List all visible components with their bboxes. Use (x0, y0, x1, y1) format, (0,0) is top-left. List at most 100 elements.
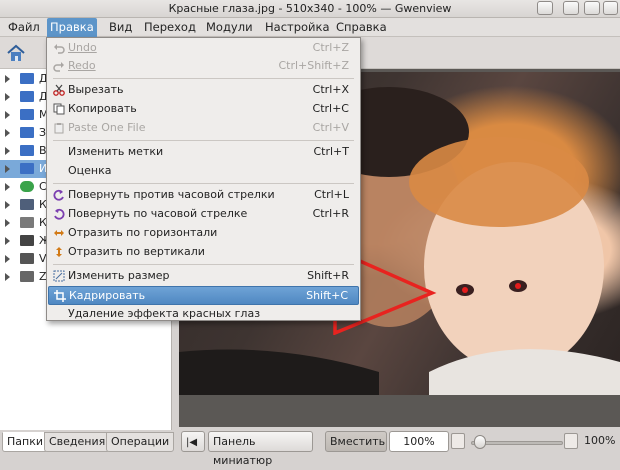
tab-info[interactable]: Сведения (44, 432, 111, 452)
menu-separator (53, 183, 354, 184)
menu-item-shortcut: Shift+C (306, 289, 348, 302)
menu-item-edit-tags[interactable]: Изменить метки Ctrl+T (48, 143, 359, 162)
home-icon[interactable] (6, 43, 26, 63)
paste-icon (54, 123, 64, 134)
expand-arrow-icon[interactable] (5, 201, 10, 209)
expand-arrow-icon[interactable] (5, 75, 10, 83)
network-icon (20, 181, 34, 192)
menu-item-shortcut: Ctrl+C (312, 102, 349, 115)
menu-item-red-eye[interactable]: Удаление эффекта красных глаз (48, 305, 359, 324)
folder-icon (20, 127, 34, 138)
menu-item-redo[interactable]: Redo Ctrl+Shift+Z (48, 57, 359, 76)
zoom-out-icon[interactable] (451, 433, 465, 449)
menu-bar: Файл Правка Вид Переход Модули Настройка… (0, 18, 620, 37)
flip-vertical-icon (56, 247, 62, 257)
menu-separator (53, 140, 354, 141)
menu-settings[interactable]: Настройка (262, 18, 333, 37)
sidebar-tabs: Папки Сведения Операции (0, 430, 175, 456)
status-bar: |◀ Панель миниатюр Вместить 100% 100% (179, 427, 620, 467)
menu-item-undo[interactable]: Undo Ctrl+Z (48, 39, 359, 58)
menu-item-rating[interactable]: Оценка (48, 162, 359, 181)
menu-file[interactable]: Файл (5, 18, 43, 37)
drive-icon (20, 253, 34, 264)
zoom-slider-knob[interactable] (474, 435, 487, 449)
rotate-left-icon (53, 189, 64, 201)
menu-item-shortcut: Ctrl+X (312, 83, 349, 96)
tab-folders[interactable]: Папки (2, 432, 48, 452)
menu-item-label: Отразить по горизонтали (68, 226, 218, 239)
expand-arrow-icon[interactable] (5, 255, 10, 263)
menu-item-shortcut: Shift+R (307, 269, 349, 282)
menu-plugins[interactable]: Модули (203, 18, 256, 37)
close-window-button[interactable] (603, 1, 618, 15)
expand-arrow-icon[interactable] (5, 183, 10, 191)
menu-item-rotate-right[interactable]: Повернуть по часовой стрелке Ctrl+R (48, 205, 359, 224)
menu-item-cut[interactable]: Вырезать Ctrl+X (48, 81, 359, 100)
menu-separator (53, 264, 354, 265)
menu-item-flip-vertical[interactable]: Отразить по вертикали (48, 243, 359, 262)
menu-item-shortcut: Ctrl+V (312, 121, 349, 134)
thumbnail-bar-button[interactable]: Панель миниатюр (208, 431, 313, 467)
rotate-right-icon (54, 208, 65, 220)
folder-icon (20, 163, 34, 174)
menu-item-crop[interactable]: Кадрировать Shift+C (48, 286, 359, 305)
menu-item-label: Paste One File (68, 121, 146, 134)
computer-icon (20, 199, 34, 210)
folder-label: З (39, 126, 47, 139)
trash-icon (20, 217, 34, 228)
folder-icon (20, 145, 34, 156)
menu-item-shortcut: Ctrl+Shift+Z (278, 59, 349, 72)
menu-item-paste[interactable]: Paste One File Ctrl+V (48, 119, 359, 138)
resize-icon (53, 270, 65, 282)
expand-arrow-icon[interactable] (5, 165, 10, 173)
window-title: Красные глаза.jpg - 510x340 - 100% — Gwe… (168, 2, 452, 15)
copy-icon (53, 103, 65, 115)
minimize-window-button[interactable] (563, 1, 579, 15)
menu-item-label: Undo (68, 41, 97, 54)
menu-item-rotate-left[interactable]: Повернуть против часовой стрелки Ctrl+L (48, 186, 359, 205)
menu-item-label: Копировать (68, 102, 137, 115)
scissors-icon (53, 84, 65, 96)
menu-item-shortcut: Ctrl+T (313, 145, 349, 158)
menu-item-label: Повернуть по часовой стрелке (68, 207, 248, 220)
expand-arrow-icon[interactable] (5, 219, 10, 227)
folder-icon (20, 73, 34, 84)
menu-item-label: Кадрировать (69, 289, 146, 302)
zoom-field[interactable]: 100% (389, 431, 449, 452)
expand-arrow-icon[interactable] (5, 273, 10, 281)
menu-help[interactable]: Справка (333, 18, 390, 37)
menu-item-shortcut: Ctrl+L (314, 188, 349, 201)
menu-item-shortcut: Ctrl+Z (312, 41, 349, 54)
fit-button[interactable]: Вместить (325, 431, 387, 452)
menu-item-resize[interactable]: Изменить размер Shift+R (48, 267, 359, 286)
menu-item-label: Оценка (68, 164, 112, 177)
menu-item-label: Изменить метки (68, 145, 164, 158)
menu-view[interactable]: Вид (106, 18, 135, 37)
toggle-sidebar-button[interactable]: |◀ (181, 431, 205, 452)
menu-item-label: Удаление эффекта красных глаз (68, 307, 261, 320)
sidebar-toggle-icon: |◀ (186, 437, 198, 448)
menu-item-label: Отразить по вертикали (68, 245, 205, 258)
maximize-window-button[interactable] (584, 1, 600, 15)
menu-item-label: Redo (68, 59, 96, 72)
menu-item-label: Повернуть против часовой стрелки (68, 188, 275, 201)
flip-horizontal-icon (54, 230, 64, 236)
menu-item-shortcut: Ctrl+R (312, 207, 349, 220)
zoom-in-icon[interactable] (564, 433, 578, 449)
menu-go[interactable]: Переход (141, 18, 199, 37)
expand-arrow-icon[interactable] (5, 93, 10, 101)
zoom-label: 100% (584, 434, 616, 447)
expand-arrow-icon[interactable] (5, 237, 10, 245)
menu-item-flip-horizontal[interactable]: Отразить по горизонтали (48, 224, 359, 243)
tab-operations[interactable]: Операции (106, 432, 175, 452)
drive-icon (20, 271, 34, 282)
menu-item-label: Вырезать (68, 83, 124, 96)
expand-arrow-icon[interactable] (5, 147, 10, 155)
menu-item-label: Изменить размер (68, 269, 170, 282)
expand-arrow-icon[interactable] (5, 129, 10, 137)
menu-edit[interactable]: Правка (47, 18, 97, 37)
help-window-button[interactable] (537, 1, 553, 15)
expand-arrow-icon[interactable] (5, 111, 10, 119)
menu-separator (53, 78, 354, 79)
menu-item-copy[interactable]: Копировать Ctrl+C (48, 100, 359, 119)
